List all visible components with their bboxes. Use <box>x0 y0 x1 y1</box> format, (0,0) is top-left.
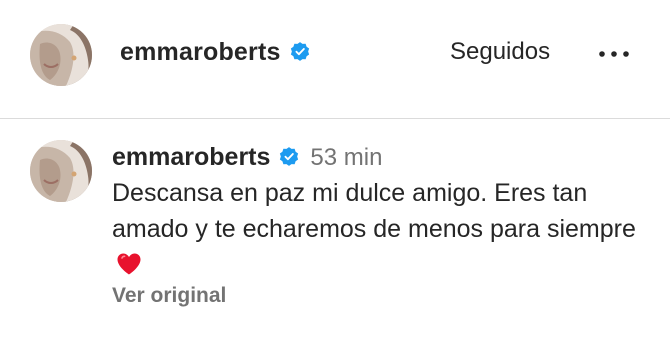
verified-badge-icon <box>290 42 309 61</box>
following-button[interactable]: Seguidos <box>450 38 550 66</box>
verified-badge-icon <box>280 147 299 166</box>
more-options-icon[interactable] <box>596 36 632 72</box>
post-author[interactable]: emmaroberts <box>120 38 311 67</box>
avatar[interactable] <box>30 24 92 86</box>
avatar[interactable] <box>30 140 92 202</box>
post-header: emmaroberts Seguidos <box>0 0 670 118</box>
comment-author-name[interactable]: emmaroberts <box>112 143 270 171</box>
red-heart-icon <box>117 253 141 275</box>
comment-timestamp[interactable]: 53 min <box>310 144 382 171</box>
comment-header: emmaroberts 53 min <box>112 143 382 172</box>
divider <box>0 118 670 119</box>
see-original-link[interactable]: Ver original <box>112 284 226 308</box>
profile-photo <box>30 140 92 202</box>
comment-text: Descansa en paz mi dulce amigo. Eres tan… <box>112 175 652 283</box>
post-author-name[interactable]: emmaroberts <box>120 38 281 66</box>
comment-text-content: Descansa en paz mi dulce amigo. Eres tan… <box>112 179 636 243</box>
profile-photo <box>30 24 92 86</box>
